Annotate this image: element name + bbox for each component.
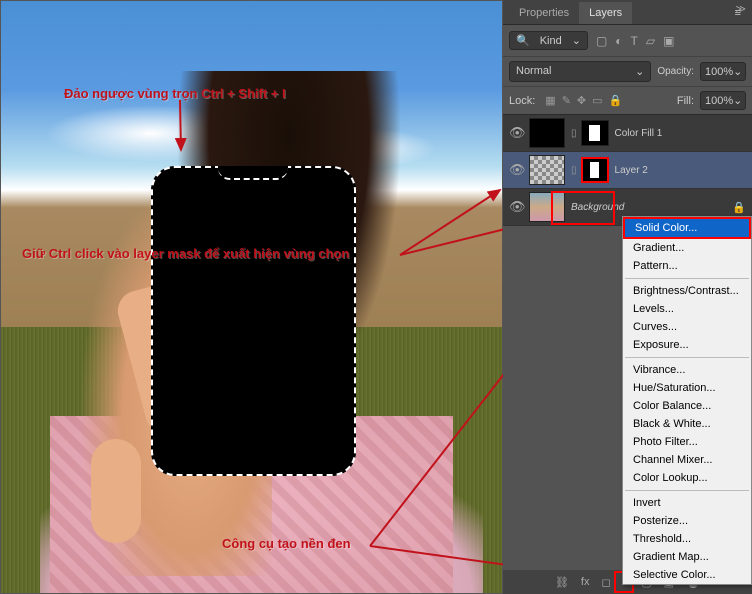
thumb-finger xyxy=(91,439,141,543)
chevron-down-icon: ⌄ xyxy=(635,65,644,78)
menu-hue[interactable]: Hue/Saturation... xyxy=(623,379,751,397)
opacity-label: Opacity: xyxy=(657,66,694,77)
visibility-icon[interactable]: 👁 xyxy=(509,162,523,178)
add-mask-icon[interactable]: ◻ xyxy=(601,576,610,589)
filter-kind-label: Kind xyxy=(540,35,562,47)
blend-mode-dropdown[interactable]: Normal ⌄ xyxy=(509,61,651,82)
lock-position-icon[interactable]: ✥ xyxy=(577,94,586,107)
lock-icon[interactable]: 🔒 xyxy=(732,201,746,214)
lock-label: Lock: xyxy=(509,95,535,107)
chevron-down-icon: ⌄ xyxy=(572,34,581,47)
menu-bw[interactable]: Black & White... xyxy=(623,415,751,433)
link-icon: ▯ xyxy=(571,165,577,176)
lock-artboard-icon[interactable]: ▭ xyxy=(592,94,602,107)
menu-selective[interactable]: Selective Color... xyxy=(623,566,751,584)
fx-icon[interactable]: fx xyxy=(581,576,590,588)
lock-row: Lock: ▦ ✎ ✥ ▭ 🔒 Fill: 100%⌄ xyxy=(503,87,752,115)
menu-channelmixer[interactable]: Channel Mixer... xyxy=(623,451,751,469)
menu-brightness[interactable]: Brightness/Contrast... xyxy=(623,282,751,300)
menu-separator xyxy=(625,357,749,358)
menu-curves[interactable]: Curves... xyxy=(623,318,751,336)
layer-row-layer2[interactable]: 👁 ▯ Layer 2 xyxy=(503,152,752,189)
layer-name[interactable]: Color Fill 1 xyxy=(615,128,663,139)
lock-transparent-icon[interactable]: ▦ xyxy=(545,94,555,107)
layers-list: 👁 ▯ Color Fill 1 👁 ▯ Layer 2 👁 Backgroun… xyxy=(503,115,752,226)
panel-collapse-icon[interactable]: ≫ xyxy=(736,4,746,15)
annotation-top: Đảo ngược vùng trọn Ctrl + Shift + I xyxy=(64,86,286,101)
menu-posterize[interactable]: Posterize... xyxy=(623,512,751,530)
filter-smart-icon[interactable]: ▣ xyxy=(663,34,674,48)
menu-levels[interactable]: Levels... xyxy=(623,300,751,318)
tab-layers[interactable]: Layers xyxy=(579,2,632,24)
link-layers-icon[interactable]: ⛓ xyxy=(555,576,569,589)
layer-mask-thumb[interactable] xyxy=(581,157,609,183)
menu-colorbalance[interactable]: Color Balance... xyxy=(623,397,751,415)
layer-name[interactable]: Layer 2 xyxy=(615,165,648,176)
visibility-icon[interactable]: 👁 xyxy=(509,125,523,141)
layer-thumb[interactable] xyxy=(529,118,565,148)
tab-properties[interactable]: Properties xyxy=(509,2,579,24)
menu-colorlookup[interactable]: Color Lookup... xyxy=(623,469,751,487)
lock-all-icon[interactable]: 🔒 xyxy=(609,94,623,107)
menu-threshold[interactable]: Threshold... xyxy=(623,530,751,548)
menu-exposure[interactable]: Exposure... xyxy=(623,336,751,354)
layer-row-colorfill[interactable]: 👁 ▯ Color Fill 1 xyxy=(503,115,752,152)
layer-thumb[interactable] xyxy=(529,155,565,185)
opacity-input[interactable]: 100%⌄ xyxy=(700,62,746,81)
filter-shape-icon[interactable]: ▱ xyxy=(646,34,655,48)
phone-notch xyxy=(218,166,288,180)
menu-separator xyxy=(625,490,749,491)
filter-kind-dropdown[interactable]: 🔍 Kind ⌄ xyxy=(509,31,588,50)
blend-row: Normal ⌄ Opacity: 100%⌄ xyxy=(503,57,752,87)
search-icon: 🔍 xyxy=(516,34,530,47)
filter-pixel-icon[interactable]: ▢ xyxy=(596,34,607,48)
menu-gradmap[interactable]: Gradient Map... xyxy=(623,548,751,566)
filter-adjust-icon[interactable]: ◐ xyxy=(615,34,622,48)
menu-invert[interactable]: Invert xyxy=(623,494,751,512)
annotation-middle: Giữ Ctrl click vào layer mask để xuất hi… xyxy=(22,246,349,261)
layer-filter-row: 🔍 Kind ⌄ ▢ ◐ T ▱ ▣ xyxy=(503,25,752,57)
menu-separator xyxy=(625,278,749,279)
annotation-bottom: Công cụ tạo nền đen xyxy=(222,536,351,551)
filter-icons: ▢ ◐ T ▱ ▣ xyxy=(596,34,675,48)
panel-tabs: Properties Layers ≡ xyxy=(503,0,752,25)
menu-vibrance[interactable]: Vibrance... xyxy=(623,361,751,379)
fill-label: Fill: xyxy=(677,95,694,107)
visibility-icon[interactable]: 👁 xyxy=(509,199,523,215)
filter-type-icon[interactable]: T xyxy=(631,34,638,48)
fill-layer-menu: Solid Color... Gradient... Pattern... Br… xyxy=(622,216,752,585)
layer-name[interactable]: Background xyxy=(571,202,624,213)
fill-input[interactable]: 100%⌄ xyxy=(700,91,746,110)
menu-photofilter[interactable]: Photo Filter... xyxy=(623,433,751,451)
layer-thumb[interactable] xyxy=(529,192,565,222)
menu-gradient[interactable]: Gradient... xyxy=(623,239,751,257)
blend-mode-value: Normal xyxy=(516,65,551,78)
lock-pixels-icon[interactable]: ✎ xyxy=(562,94,571,107)
layer-mask-thumb[interactable] xyxy=(581,120,609,146)
link-icon: ▯ xyxy=(571,128,577,139)
phone-selection[interactable] xyxy=(151,166,356,476)
menu-pattern[interactable]: Pattern... xyxy=(623,257,751,275)
menu-solid-color[interactable]: Solid Color... xyxy=(623,217,751,239)
